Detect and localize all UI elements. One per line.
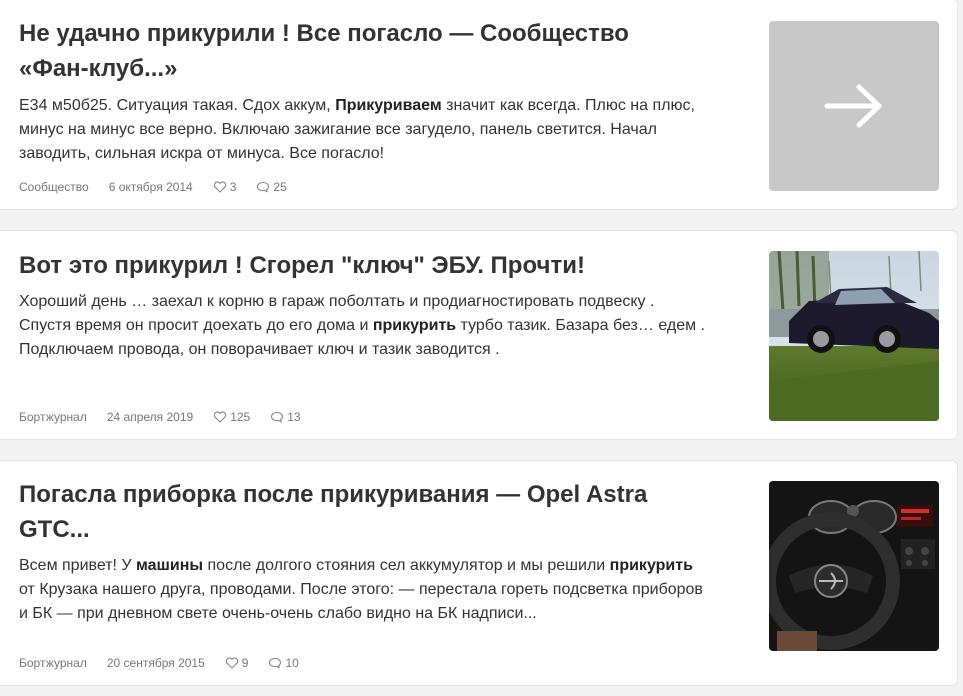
post-meta: Бортжурнал 24 апреля 2019 125 13	[19, 409, 321, 425]
comments-counter[interactable]: 13	[270, 410, 301, 424]
post-excerpt: Хороший день … заехал к корню в гараж по…	[19, 293, 705, 358]
post-card[interactable]: Не удачно прикурили ! Все погасло — Сооб…	[0, 0, 958, 210]
comments-counter[interactable]: 10	[268, 656, 299, 670]
comments-counter[interactable]: 25	[256, 180, 287, 194]
heart-icon	[225, 657, 239, 669]
post-date: 20 сентября 2015	[106, 656, 205, 670]
post-category-link[interactable]: Бортжурнал	[19, 410, 87, 424]
post-card[interactable]: Вот это прикурил ! Сгорел "ключ" ЭБУ. Пр…	[0, 230, 958, 440]
post-excerpt: Всем привет! У машины после долгого стоя…	[19, 557, 703, 622]
post-excerpt: E34 м50б25. Ситуация такая. Сдох аккум, …	[19, 97, 695, 162]
likes-count: 125	[230, 410, 251, 424]
post-date: 6 октября 2014	[108, 180, 193, 194]
car-dashboard-photo	[769, 481, 939, 651]
comment-bubble-icon	[257, 181, 270, 193]
post-thumbnail[interactable]	[769, 21, 939, 191]
likes-counter[interactable]: 9	[225, 656, 249, 670]
comments-count: 10	[285, 656, 299, 670]
post-thumbnail[interactable]	[769, 251, 939, 421]
heart-icon	[213, 411, 227, 423]
post-category-link[interactable]: Сообщество	[19, 180, 89, 194]
comment-bubble-icon	[269, 657, 282, 669]
comments-count: 25	[273, 180, 287, 194]
likes-counter[interactable]: 125	[213, 410, 250, 424]
likes-count: 3	[229, 180, 237, 194]
post-meta: Сообщество 6 октября 2014 3 25	[19, 179, 307, 195]
heart-icon	[213, 181, 226, 193]
post-card[interactable]: Погасла приборка после прикуривания — Op…	[0, 460, 958, 686]
likes-count: 9	[241, 656, 249, 670]
post-meta: Бортжурнал 20 сентября 2015 9 10	[19, 655, 319, 671]
comment-bubble-icon	[271, 411, 284, 423]
arrow-right-icon	[824, 84, 882, 128]
post-category-link[interactable]: Бортжурнал	[19, 656, 87, 670]
post-title[interactable]: Погасла приборка после прикуривания — Op…	[19, 477, 679, 547]
likes-counter[interactable]: 3	[213, 180, 237, 194]
post-title[interactable]: Вот это прикурил ! Сгорел "ключ" ЭБУ. Пр…	[19, 248, 679, 283]
dark-sedan-photo	[769, 251, 939, 421]
search-results-feed: Не удачно прикурили ! Все погасло — Сооб…	[0, 0, 963, 696]
comments-count: 13	[287, 410, 301, 424]
post-date: 24 апреля 2019	[106, 410, 194, 424]
post-thumbnail[interactable]	[769, 481, 939, 651]
post-title[interactable]: Не удачно прикурили ! Все погасло — Сооб…	[19, 16, 679, 86]
